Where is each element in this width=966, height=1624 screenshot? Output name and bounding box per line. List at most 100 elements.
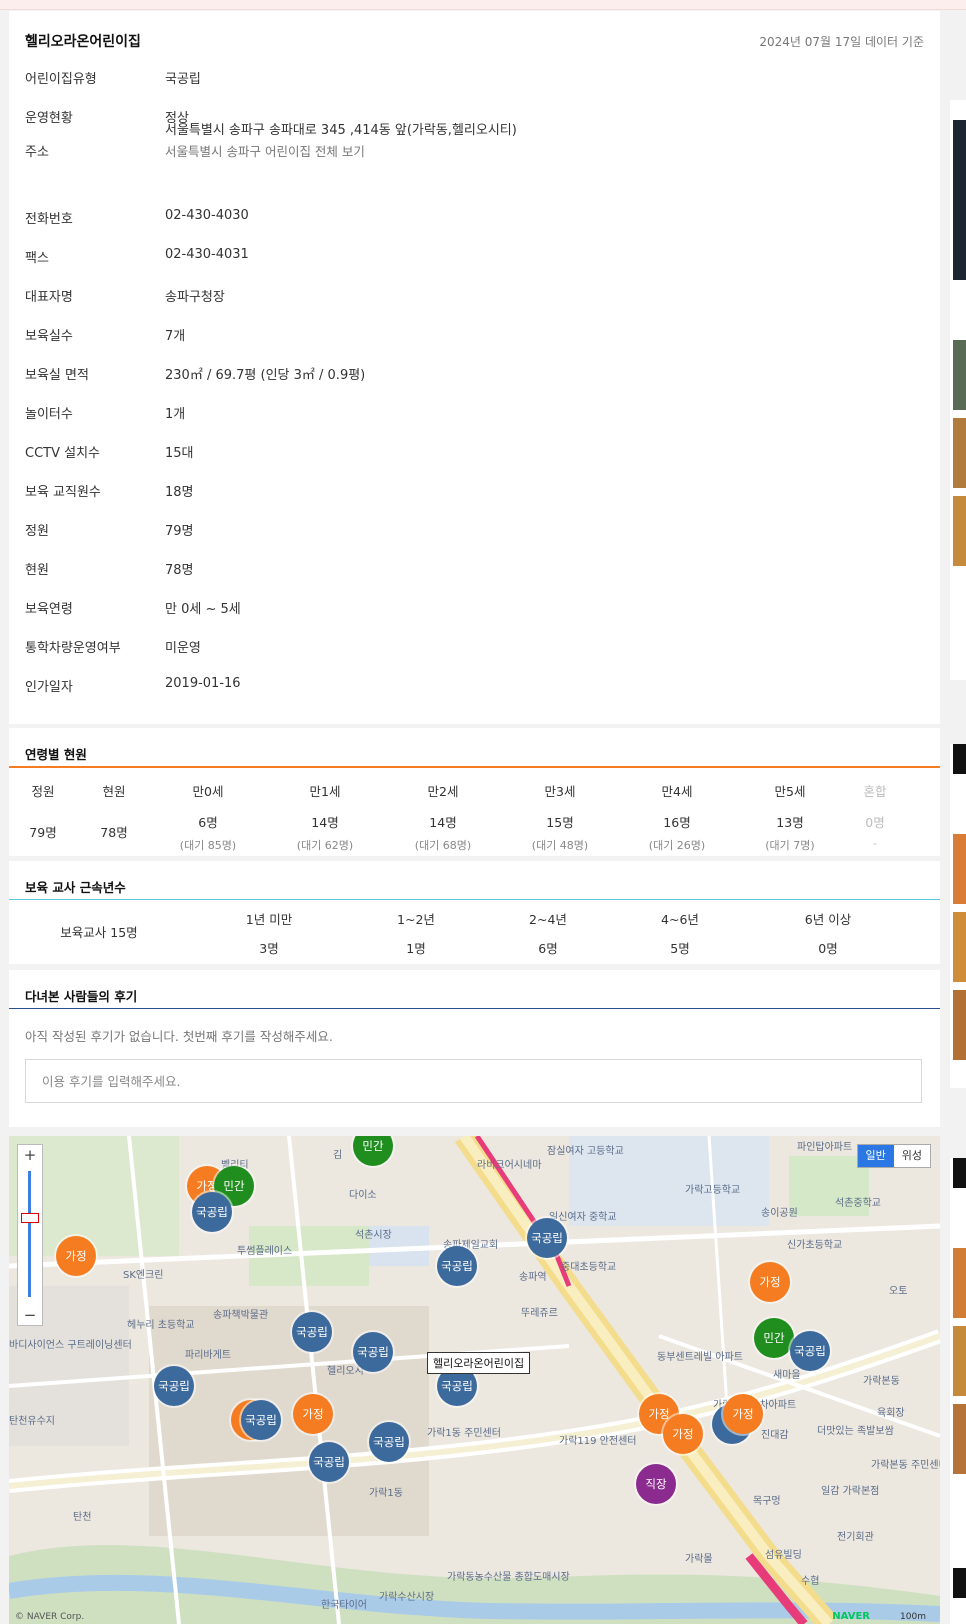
map-place-label: 탄천유수지 [9,1416,55,1427]
age-value: 16명 (대기 26명) [627,812,727,853]
map-place-label: 탄천 [73,1512,92,1523]
info-label: 통학차량운영여부 [25,641,121,656]
data-date: 2024년 07월 17일 데이터 기준 [759,35,924,49]
info-label: 보육연령 [25,602,73,617]
info-label: CCTV 설치수 [25,446,101,461]
age-header: 만3세 [544,784,576,799]
teacher-tenure-panel: 보육 교사 근속년수 보육교사 15명 1년 미만 3명 1~2년 1명 2~4년 6명 4… [9,861,940,964]
daycare-map-pin-work[interactable]: 직장 [636,1464,676,1504]
daycare-map-pin-public[interactable]: 국공립 [309,1442,349,1482]
selected-daycare-tooltip: 헬리오라온어린이집 [427,1352,531,1374]
info-row: 팩스 02-430-4031 [9,235,940,275]
tenure-header: 1년 미만 [245,912,293,927]
map-place-label: 바디사이언스 구트레이닝센터 [9,1340,132,1351]
info-label: 전화번호 [25,212,73,227]
info-value: 1개 [165,407,186,422]
info-value: 송파구청장 [165,290,225,305]
map-place-label: 뚜레쥬르 [521,1308,558,1319]
info-value: 78명 [165,563,194,578]
map-scale: 100m [900,1612,926,1622]
age-section-title: 연령별 현원 [25,747,87,762]
map-place-label: 다이소 [349,1190,377,1201]
info-value: 230㎡ / 69.7평 (인당 3㎡ / 0.9평) [165,368,366,383]
daycare-map-pin-public[interactable]: 국공립 [241,1400,281,1440]
daycare-map-pin-public[interactable]: 국공립 [790,1331,830,1371]
map-place-label: 송파역 [519,1272,547,1283]
daycare-map-pin-private[interactable]: 민간 [754,1318,794,1358]
info-label: 주소 [25,145,49,160]
daycare-map-pin-home[interactable]: 가정 [723,1394,763,1434]
daycare-map-pin-home[interactable]: 가정 [56,1236,96,1276]
daycare-name: 헬리오라온어린이집 [25,34,141,50]
top-strip [0,0,966,10]
map-type-normal[interactable]: 일반 [857,1145,894,1167]
side-thumb-12 [953,1404,966,1474]
info-row: 인가일자 2019-01-16 [9,664,940,704]
map-place-label: 잠실여자 고등학교 [547,1146,624,1157]
daycare-map-pin-public[interactable]: 국공립 [527,1218,567,1258]
map-place-label: 가락수산시장 [379,1592,435,1603]
daycare-map-pin-home[interactable]: 가정 [750,1262,790,1302]
info-row: CCTV 설치수 15대 [9,430,940,470]
age-header: 만0세 [192,784,224,799]
age-header: 만4세 [661,784,693,799]
daycare-map-pin-public[interactable]: 국공립 [437,1246,477,1286]
tenure-section-title: 보육 교사 근속년수 [25,880,126,895]
info-value: 15대 [165,446,194,461]
age-count: 14명 [429,815,457,830]
age-waitlist: (대기 7명) [765,839,815,852]
map-place-label: 목구멍 [753,1496,781,1507]
age-value: 13명 (대기 7명) [740,812,840,853]
map-place-label: 석촌중학교 [835,1198,881,1209]
daycare-map-pin-public[interactable]: 국공립 [192,1192,232,1232]
age-value: 14명 (대기 62명) [275,812,375,853]
map-place-label: 섬유빌딩 [765,1550,802,1561]
daycare-map-pin-home[interactable]: 가정 [663,1414,703,1454]
info-label: 놀이터수 [25,407,73,422]
zoom-in-button[interactable]: + [18,1145,42,1165]
info-row: 전화번호 02-430-4030 [9,196,940,236]
info-value: 02-430-4031 [165,247,249,262]
tenure-header: 2~4년 [529,912,567,927]
map[interactable]: 벨리티다이소석촌시장투썸플레이스SK엔크린송파책박물관헤누리 초등학교파리바게트… [9,1136,940,1624]
daycare-map-pin-home[interactable]: 가정 [293,1394,333,1434]
info-row: 정원 79명 [9,508,940,548]
side-thumb-10 [953,1248,966,1318]
info-row: 어린이집유형 국공립 [9,56,940,96]
map-place-label: 헤누리 초등학교 [127,1320,195,1331]
daycare-map-pin-public[interactable]: 국공립 [292,1312,332,1352]
info-value: 79명 [165,524,194,539]
map-place-label: 신가초등학교 [787,1240,843,1251]
daycare-map-pin-public[interactable]: 국공립 [369,1422,409,1462]
info-row: 보육연령 만 0세 ~ 5세 [9,586,940,626]
tenure-value: 6명 [538,941,558,956]
tenure-section-divider [9,899,940,900]
age-header: 만2세 [427,784,459,799]
age-value: 79명 [13,822,73,841]
daycare-map-pin-public[interactable]: 국공립 [353,1332,393,1372]
map-place-label: 송이공원 [761,1208,798,1219]
info-value: 02-430-4030 [165,208,249,223]
zoom-slider-track[interactable] [28,1171,31,1297]
age-header: 만5세 [774,784,806,799]
map-place-label: 석촌시장 [355,1230,392,1241]
district-all-daycares-link[interactable]: 서울특별시 송파구 어린이집 전체 보기 [165,141,365,160]
age-section-divider [9,766,940,768]
age-value: 78명 [84,822,144,841]
map-place-label: 전기회관 [837,1532,874,1543]
info-value: 미운영 [165,641,201,656]
age-header: 혼합 [863,784,887,799]
review-input[interactable] [25,1059,922,1103]
info-row: 보육 교직원수 18명 [9,469,940,509]
side-thumb-1 [953,120,966,280]
zoom-slider-handle[interactable] [21,1213,39,1223]
age-count: 78명 [100,825,128,840]
age-enrollment-panel: 연령별 현원 정원 79명 현원 78명 만0세 6명 (대기 85명) 만1세 14명 (대기 … [9,728,940,856]
daycare-map-pin-public[interactable]: 국공립 [154,1366,194,1406]
map-type-satellite[interactable]: 위성 [894,1145,930,1167]
info-label: 보육 교직원수 [25,485,101,500]
zoom-out-button[interactable]: − [18,1305,42,1325]
age-count: 14명 [311,815,339,830]
map-place-label: SK엔크린 [123,1270,164,1281]
age-waitlist: (대기 62명) [296,839,354,852]
